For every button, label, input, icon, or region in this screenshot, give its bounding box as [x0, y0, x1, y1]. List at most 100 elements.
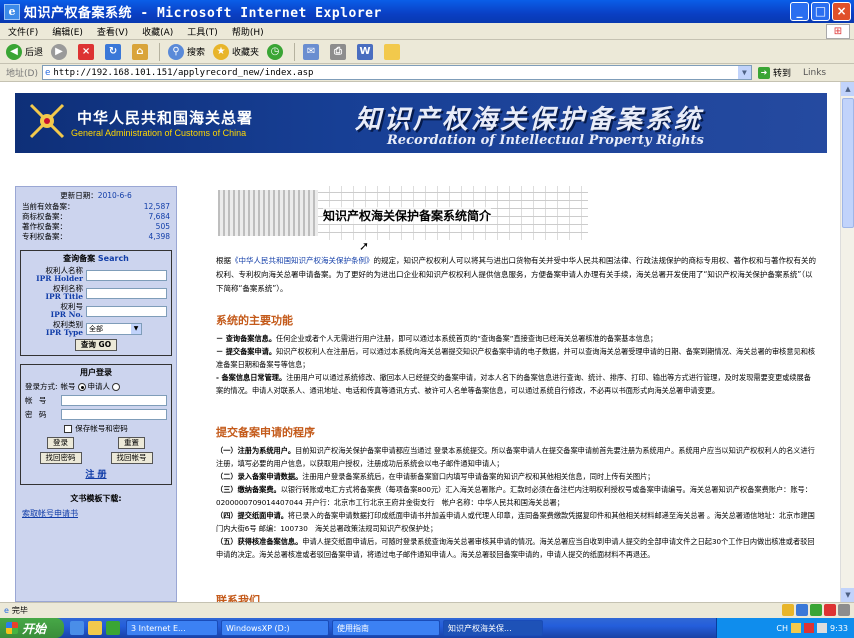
star-icon: ★: [213, 43, 230, 60]
menu-file[interactable]: 文件(F): [8, 25, 38, 38]
login-panel: 用户登录 登录方式: 帐号 申请人 帐 号 密 码 保存帐号和密码 登录 重置 找…: [20, 364, 172, 485]
address-url: http://192.168.101.151/applyrecord_new/i…: [53, 67, 314, 78]
quicklaunch-media-icon[interactable]: [106, 621, 120, 635]
home-button[interactable]: ⌂: [132, 43, 151, 60]
contact-section: 联系我们: [216, 592, 816, 602]
folder-button[interactable]: [384, 43, 403, 60]
ipr-type-select[interactable]: 全部 ▼: [86, 323, 142, 335]
stat-row: 著作权备案： 505: [22, 222, 170, 231]
register-link[interactable]: 注 册: [25, 467, 167, 480]
task-ipr-system[interactable]: 知识产权海关保...: [443, 620, 543, 636]
refresh-button[interactable]: ↻: [105, 43, 124, 60]
back-button[interactable]: ◀ 后退: [6, 43, 43, 60]
mode-account-radio[interactable]: [77, 382, 86, 391]
start-button[interactable]: 开始: [0, 618, 64, 638]
mode-applicant-label: 申请人: [87, 382, 111, 391]
stats-panel: 更新日期：2010-6-6 当前有效备案： 12,587 商标权备案： 7,684 …: [16, 187, 176, 246]
language-indicator[interactable]: CH: [776, 624, 788, 633]
address-input[interactable]: e http://192.168.101.151/applyrecord_new…: [41, 65, 752, 80]
minimize-button[interactable]: _: [790, 2, 809, 21]
page-icon: e: [44, 67, 51, 78]
procedure-step: （二）录入备案申请数据。注册用户登录备案系统后，在申请新备案窗口内填写申请备案的…: [216, 472, 655, 481]
vertical-scrollbar[interactable]: ▲ ▼: [840, 82, 854, 602]
search-title-cn: 查询备案: [63, 254, 96, 263]
clock: 9:33: [830, 623, 848, 633]
find-password-button[interactable]: 找回密码: [39, 452, 82, 464]
tray-icon: [824, 604, 836, 616]
chevron-down-icon: ▼: [131, 324, 141, 334]
search-go-button[interactable]: 查询 GO: [74, 339, 118, 351]
account-input[interactable]: [61, 395, 167, 406]
forward-button[interactable]: ▶: [51, 43, 70, 60]
favorites-button[interactable]: ★ 收藏夹: [213, 43, 259, 60]
function-item: - 备案信息日常管理。注册用户可以通过系统修改、撤回本人已经提交的备案申请，对本…: [216, 373, 811, 395]
stat-row: 商标权备案： 7,684: [22, 212, 170, 221]
ie-icon: e: [4, 3, 20, 20]
ipr-title-input[interactable]: [86, 287, 167, 299]
quicklaunch-desktop-icon[interactable]: [88, 621, 102, 635]
scroll-down-icon[interactable]: ▼: [841, 588, 854, 602]
search-button[interactable]: ⚲ 搜索: [168, 43, 205, 60]
address-bar: 地址(D) e http://192.168.101.151/applyreco…: [0, 64, 854, 82]
main-article: 知识产权海关保护备案系统简介 ➚ 根据《中华人民共和国知识产权海关保护条例》的规…: [188, 184, 818, 602]
scroll-thumb[interactable]: [842, 98, 854, 228]
volume-icon[interactable]: [817, 623, 828, 633]
ipr-no-label-en: IPR No.: [50, 310, 83, 319]
ipr-title-label-en: IPR Title: [45, 292, 83, 301]
task-guide[interactable]: 使用指南: [332, 620, 440, 636]
edit-button[interactable]: W: [357, 43, 376, 60]
org-name-en: General Administration of Customs of Chi…: [71, 128, 247, 138]
ipr-no-input[interactable]: [86, 305, 167, 317]
intro-title: 知识产权海关保护备案系统简介: [323, 207, 492, 224]
reset-button[interactable]: 重置: [118, 437, 145, 449]
password-input[interactable]: [61, 409, 167, 420]
menu-bar: 文件(F) 编辑(E) 查看(V) 收藏(A) 工具(T) 帮助(H) ⊞: [0, 23, 854, 40]
login-button[interactable]: 登录: [47, 437, 74, 449]
find-account-button[interactable]: 找回帐号: [110, 452, 153, 464]
functions-section: 系统的主要功能 － 查询备案信息。任何企业或者个人无需进行用户注册，即可以通过本…: [216, 312, 816, 397]
refresh-icon: ↻: [105, 43, 122, 60]
mail-icon: ✉: [303, 43, 320, 60]
quick-launch: [70, 621, 120, 635]
stop-button[interactable]: ×: [78, 43, 97, 60]
mode-applicant-radio[interactable]: [112, 382, 121, 391]
building-image: [218, 190, 318, 236]
window-titlebar[interactable]: e 知识产权备案系统 - Microsoft Internet Explorer…: [0, 0, 854, 23]
remember-label: 保存帐号和密码: [75, 424, 128, 433]
contact-heading: 联系我们: [216, 594, 260, 602]
menu-view[interactable]: 查看(V): [97, 25, 128, 38]
task-explorer[interactable]: WindowsXP (D:): [221, 620, 329, 636]
links-button[interactable]: Links: [803, 68, 826, 78]
print-button[interactable]: ⎙: [330, 43, 349, 60]
history-button[interactable]: ◷: [267, 43, 286, 60]
toolbar-separator: [294, 42, 296, 61]
stop-icon: ×: [78, 43, 95, 60]
address-dropdown-icon[interactable]: ▼: [737, 66, 751, 79]
go-button[interactable]: ➜ 转到: [757, 66, 791, 79]
tray-icon: [810, 604, 822, 616]
download-link[interactable]: 索取帐号申请书: [22, 509, 78, 518]
menu-help[interactable]: 帮助(H): [232, 25, 264, 38]
mail-button[interactable]: ✉: [303, 43, 322, 60]
holder-input[interactable]: [86, 269, 167, 281]
menu-tools[interactable]: 工具(T): [187, 25, 218, 38]
scroll-up-icon[interactable]: ▲: [841, 82, 854, 96]
address-label: 地址(D): [6, 69, 38, 79]
page-done-icon: e: [4, 606, 9, 615]
history-icon: ◷: [267, 43, 284, 60]
windows-logo-icon: ⊞: [826, 24, 850, 39]
update-date: 2010-6-6: [97, 191, 132, 200]
quicklaunch-ie-icon[interactable]: [70, 621, 84, 635]
mouse-cursor-icon: ➚: [359, 239, 370, 253]
toolbar: ◀ 后退 ▶ × ↻ ⌂ ⚲ 搜索 ★ 收藏夹 ◷ ✉ ⎙ W: [0, 40, 854, 64]
menu-edit[interactable]: 编辑(E): [52, 25, 83, 38]
menu-favorites[interactable]: 收藏(A): [142, 25, 173, 38]
task-ie[interactable]: 3 Internet E...: [126, 620, 218, 636]
regulation-link[interactable]: 《中华人民共和国知识产权海关保护条例》: [231, 256, 374, 265]
mode-account-label: 帐号: [60, 382, 76, 391]
password-label: 密 码: [25, 410, 49, 419]
close-button[interactable]: ×: [832, 2, 851, 21]
maximize-button[interactable]: □: [811, 2, 830, 21]
remember-checkbox[interactable]: [64, 424, 73, 433]
org-name-cn: 中华人民共和国海关总署: [77, 109, 254, 127]
